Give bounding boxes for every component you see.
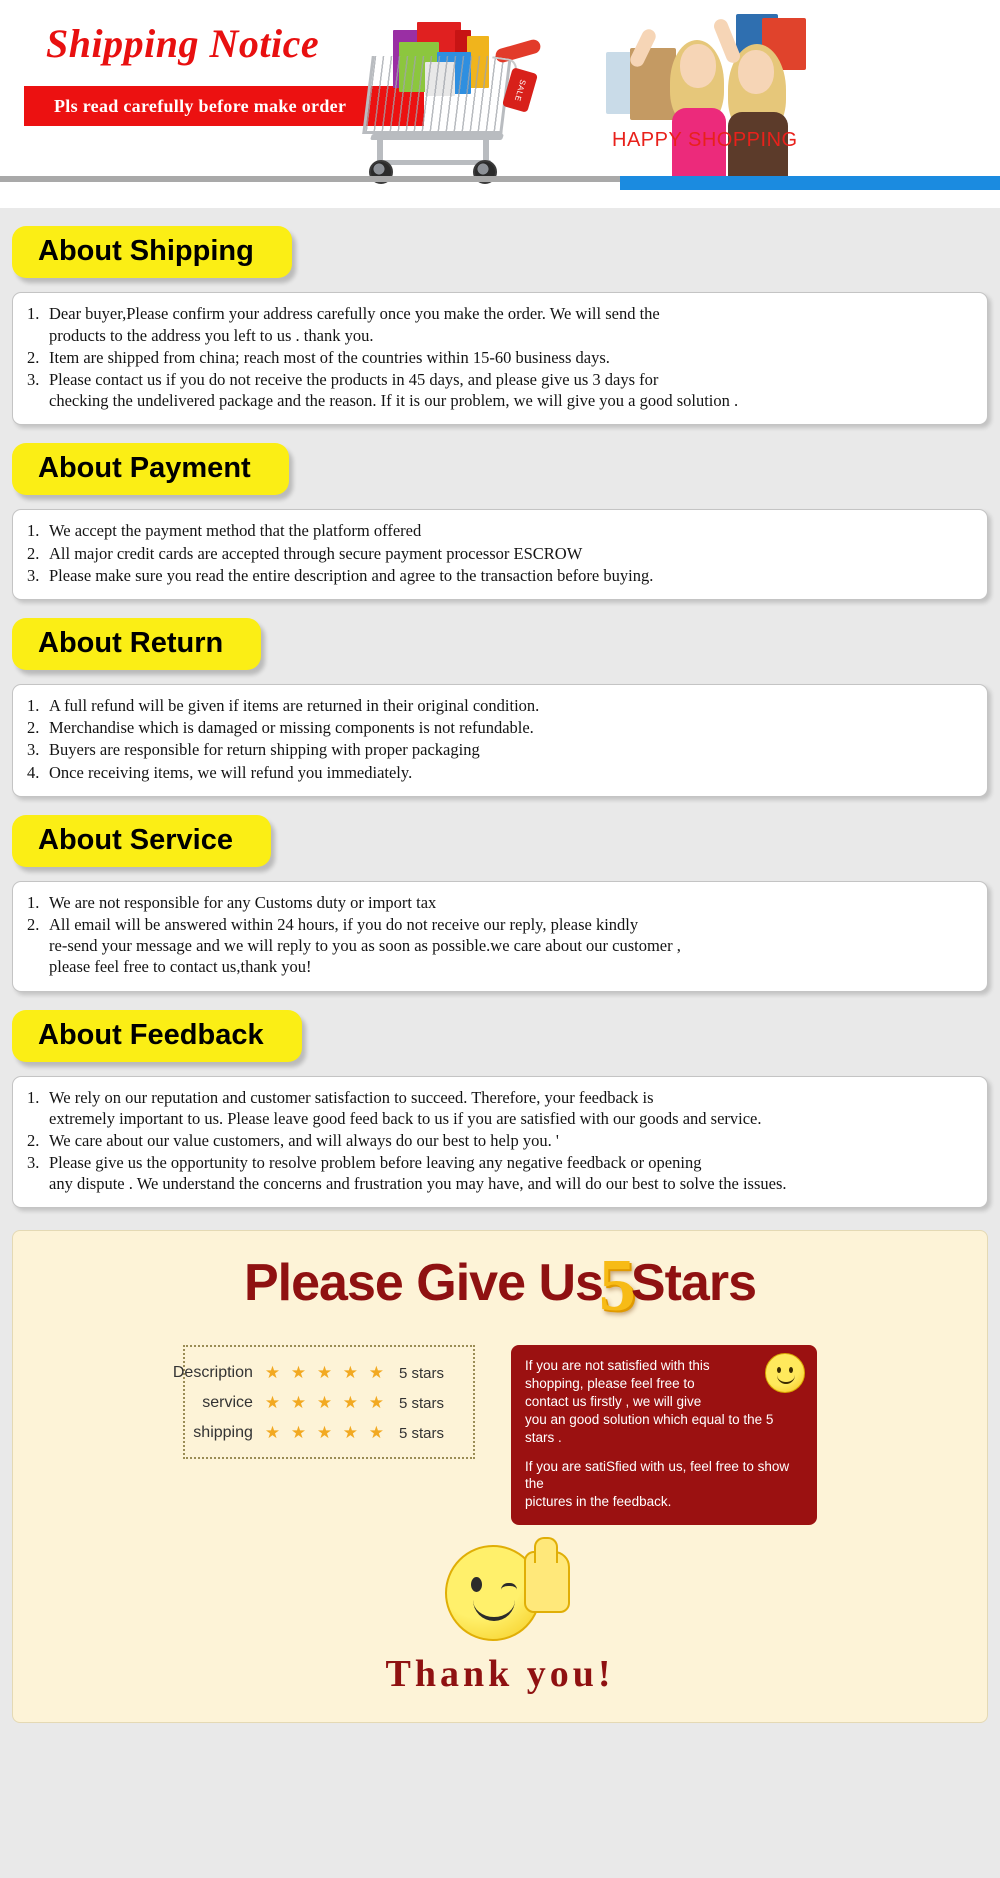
list-item: 2.Merchandise which is damaged or missin…: [27, 717, 973, 738]
sections-container: About Shipping 1.Dear buyer,Please confi…: [0, 208, 1000, 1723]
list-item: 2.We care about our value customers, and…: [27, 1130, 973, 1151]
list-item: 3.Buyers are responsible for return ship…: [27, 739, 973, 760]
ratings-and-note-row: Description ★ ★ ★ ★ ★ 5 stars service ★ …: [13, 1345, 987, 1525]
section-body-shipping: 1.Dear buyer,Please confirm your address…: [12, 292, 988, 425]
section-about-service: About Service 1.We are not responsible f…: [0, 797, 1000, 992]
five-star-icon: ★ ★ ★ ★ ★: [265, 1393, 387, 1413]
section-title-return: About Return: [12, 618, 261, 670]
ratings-box: Description ★ ★ ★ ★ ★ 5 stars service ★ …: [183, 1345, 475, 1459]
section-title-service: About Service: [12, 815, 271, 867]
section-about-feedback: About Feedback 1.We rely on our reputati…: [0, 992, 1000, 1209]
section-header-row: About Payment: [0, 425, 1000, 495]
rating-value: 5 stars: [399, 1365, 451, 1382]
happy-shopping-text: HAPPY SHOPPING: [612, 129, 798, 152]
five-star-icon: ★ ★ ★ ★ ★: [265, 1363, 387, 1383]
shipping-notice-page: Shipping Notice Pls read carefully befor…: [0, 0, 1000, 1878]
rating-row: Description ★ ★ ★ ★ ★ 5 stars: [203, 1363, 451, 1383]
section-about-payment: About Payment 1.We accept the payment me…: [0, 425, 1000, 600]
section-body-return: 1.A full refund will be given if items a…: [12, 684, 988, 796]
rating-row: service ★ ★ ★ ★ ★ 5 stars: [203, 1393, 451, 1413]
section-header-row: About Shipping: [0, 208, 1000, 278]
list-item: 2.Item are shipped from china; reach mos…: [27, 347, 973, 368]
list-item: 1.We accept the payment method that the …: [27, 520, 973, 541]
section-title-feedback: About Feedback: [12, 1010, 302, 1062]
rating-label: Description: [165, 1364, 253, 1382]
list-item: 1.We rely on our reputation and customer…: [27, 1087, 973, 1129]
section-header-row: About Return: [0, 600, 1000, 670]
rating-row: shipping ★ ★ ★ ★ ★ 5 stars: [203, 1423, 451, 1443]
list-item: 2.All major credit cards are accepted th…: [27, 543, 973, 564]
list-item: 3.Please give us the opportunity to reso…: [27, 1152, 973, 1194]
headline-after: Stars: [631, 1254, 756, 1312]
rating-value: 5 stars: [399, 1425, 451, 1442]
headline-before: Please Give Us: [244, 1254, 603, 1312]
section-title-shipping: About Shipping: [12, 226, 292, 278]
header-banner: Shipping Notice Pls read carefully befor…: [0, 0, 1000, 208]
section-body-service: 1.We are not responsible for any Customs…: [12, 881, 988, 991]
rating-label: shipping: [165, 1424, 253, 1442]
list-item: 1.Dear buyer,Please confirm your address…: [27, 303, 973, 345]
five-stars-headline: Please Give Us5Stars: [13, 1249, 987, 1323]
note-paragraph-2: If you are satiSfied with us, feel free …: [525, 1458, 803, 1511]
thank-you-text: Thank you!: [13, 1652, 987, 1696]
five-star-icon: ★ ★ ★ ★ ★: [265, 1423, 387, 1443]
thank-you-area: Thank you!: [13, 1545, 987, 1696]
happy-shoppers-image: [596, 0, 896, 188]
sale-tag-label: SALE: [513, 78, 528, 102]
header-divider-blue: [620, 176, 1000, 190]
five-stars-block: Please Give Us5Stars Description ★ ★ ★ ★…: [12, 1230, 988, 1723]
headline-number-five: 5: [599, 1245, 635, 1327]
section-title-payment: About Payment: [12, 443, 289, 495]
section-header-row: About Feedback: [0, 992, 1000, 1062]
page-title: Shipping Notice: [46, 20, 319, 67]
list-item: 4.Once receiving items, we will refund y…: [27, 762, 973, 783]
rating-value: 5 stars: [399, 1395, 451, 1412]
shopping-cart-icon: SALE: [355, 8, 575, 188]
list-item: 1.A full refund will be given if items a…: [27, 695, 973, 716]
thumbs-up-icon: [524, 1551, 570, 1613]
cart-basket: [362, 56, 512, 134]
section-about-shipping: About Shipping 1.Dear buyer,Please confi…: [0, 208, 1000, 425]
list-item: 1.We are not responsible for any Customs…: [27, 892, 973, 913]
section-body-feedback: 1.We rely on our reputation and customer…: [12, 1076, 988, 1209]
section-about-return: About Return 1.A full refund will be giv…: [0, 600, 1000, 797]
rating-label: service: [165, 1394, 253, 1412]
list-item: 3.Please make sure you read the entire d…: [27, 565, 973, 586]
satisfaction-note-box: If you are not satisfied with this shopp…: [511, 1345, 817, 1525]
read-carefully-text: Pls read carefully before make order: [54, 96, 346, 117]
list-item: 3.Please contact us if you do not receiv…: [27, 369, 973, 411]
list-item: 2.All email will be answered within 24 h…: [27, 914, 973, 977]
note-paragraph-1: If you are not satisfied with this shopp…: [525, 1357, 803, 1446]
section-header-row: About Service: [0, 797, 1000, 867]
section-body-payment: 1.We accept the payment method that the …: [12, 509, 988, 599]
